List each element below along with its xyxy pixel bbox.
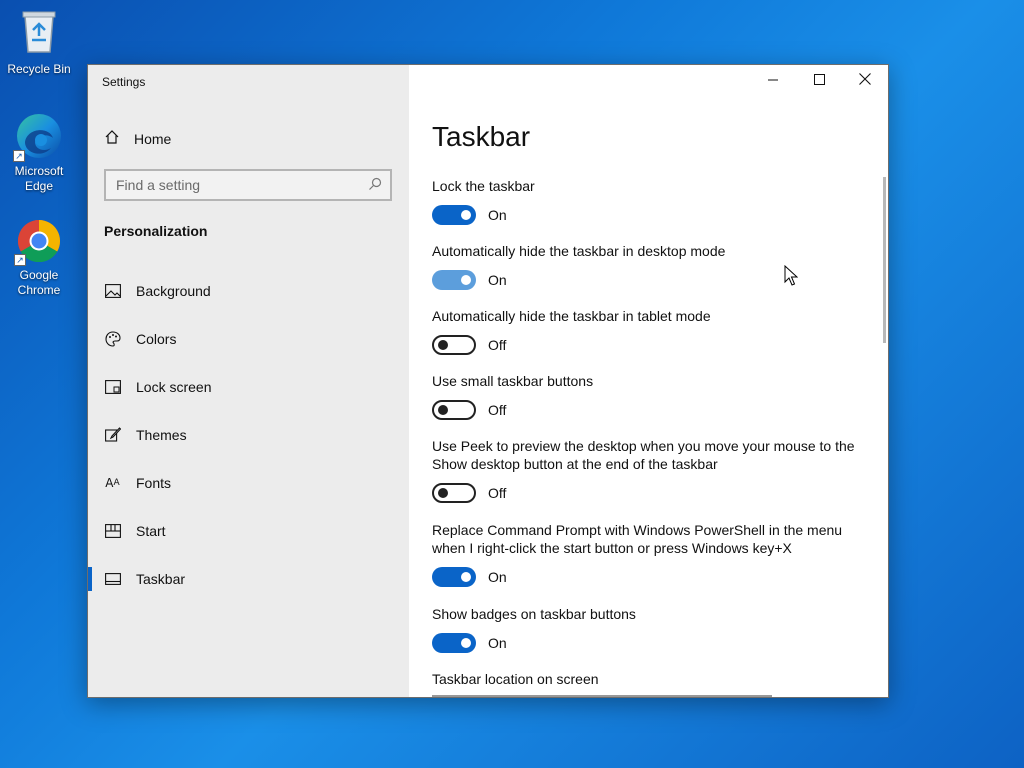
sidebar-item-lock-screen[interactable]: Lock screen — [88, 363, 409, 411]
setting-powershell: Replace Command Prompt with Windows Powe… — [432, 521, 862, 587]
setting-label: Use small taskbar buttons — [432, 373, 594, 389]
page-title: Taskbar — [432, 121, 531, 152]
toggle-state: On — [488, 272, 507, 288]
setting-label: Automatically hide the taskbar in deskto… — [432, 243, 726, 259]
sidebar-item-label: Fonts — [136, 475, 172, 491]
font-icon: AA — [105, 476, 120, 490]
desktop-icon-edge[interactable]: ↗ Microsoft Edge — [1, 112, 77, 194]
setting-peek: Use Peek to preview the desktop when you… — [432, 437, 862, 503]
toggle-knob — [438, 488, 448, 498]
sidebar-item-label: Lock screen — [136, 379, 212, 395]
chrome-icon: ↗ — [14, 218, 62, 266]
lock-taskbar-toggle[interactable] — [432, 205, 476, 225]
desktop-icon-recycle-bin[interactable]: Recycle Bin — [1, 8, 77, 77]
home-link[interactable]: Home — [104, 129, 171, 148]
sidebar-item-label: Start — [136, 523, 166, 539]
desktop-icon-label: Recycle Bin — [7, 62, 71, 76]
toggle-state: Off — [488, 337, 507, 353]
sidebar-item-themes[interactable]: Themes — [88, 411, 409, 459]
toggle-knob — [461, 572, 471, 582]
toggle-knob — [438, 340, 448, 350]
toggle-knob — [461, 210, 471, 220]
sidebar-item-label: Themes — [136, 427, 187, 443]
taskbar-icon — [104, 571, 121, 588]
desktop-icon-label: Microsoft Edge — [14, 164, 64, 193]
sidebar-item-background[interactable]: Background — [88, 267, 409, 315]
start-icon — [104, 523, 121, 540]
setting-label: Use Peek to preview the desktop when you… — [432, 438, 855, 472]
peek-toggle[interactable] — [432, 483, 476, 503]
content-pane: Taskbar Lock the taskbar On Automaticall… — [409, 65, 888, 697]
toggle-state: Off — [488, 485, 507, 501]
setting-lock-taskbar: Lock the taskbar On — [432, 177, 872, 225]
small-buttons-toggle[interactable] — [432, 400, 476, 420]
home-icon — [104, 129, 120, 148]
setting-label: Automatically hide the taskbar in tablet… — [432, 308, 711, 324]
mouse-cursor-icon — [784, 264, 799, 292]
sidebar-item-label: Background — [136, 283, 211, 299]
setting-badges: Show badges on taskbar buttons On — [432, 605, 872, 653]
sidebar-item-label: Taskbar — [136, 571, 186, 587]
setting-label: Show badges on taskbar buttons — [432, 606, 636, 622]
palette-icon — [104, 331, 121, 348]
scrollbar[interactable] — [883, 177, 886, 343]
setting-location: Taskbar location on screen — [432, 670, 872, 688]
sidebar-item-label: Colors — [136, 331, 177, 347]
sidebar: Settings Home Find a setting Personaliza… — [88, 65, 409, 697]
powershell-toggle[interactable] — [432, 567, 476, 587]
toggle-state: On — [488, 569, 507, 585]
search-input[interactable]: Find a setting — [104, 169, 392, 201]
desktop-icon-chrome[interactable]: ↗ Google Chrome — [1, 218, 77, 298]
toggle-knob — [461, 638, 471, 648]
shortcut-arrow-icon: ↗ — [13, 150, 25, 162]
taskbar-location-dropdown[interactable] — [432, 695, 772, 697]
search-icon — [368, 177, 382, 194]
toggle-state: Off — [488, 402, 507, 418]
setting-small-buttons: Use small taskbar buttons Off — [432, 372, 872, 420]
setting-autohide-tablet: Automatically hide the taskbar in tablet… — [432, 307, 872, 355]
brush-icon — [104, 427, 121, 444]
autohide-tablet-toggle[interactable] — [432, 335, 476, 355]
section-title: Personalization — [104, 223, 208, 239]
setting-label: Replace Command Prompt with Windows Powe… — [432, 522, 843, 556]
window-title: Settings — [102, 75, 146, 89]
shortcut-arrow-icon: ↗ — [14, 254, 26, 266]
sidebar-item-taskbar[interactable]: Taskbar — [88, 555, 409, 603]
toggle-knob — [438, 405, 448, 415]
sidebar-item-fonts[interactable]: AA Fonts — [88, 459, 409, 507]
search-placeholder: Find a setting — [116, 177, 201, 193]
badges-toggle[interactable] — [432, 633, 476, 653]
toggle-knob — [461, 275, 471, 285]
edge-icon: ↗ — [13, 112, 63, 162]
sidebar-nav: Background Colors Lock screen Themes A A… — [88, 267, 409, 603]
settings-window: Settings Home Find a setting Personaliza… — [87, 64, 889, 698]
picture-icon — [104, 283, 121, 300]
toggle-state: On — [488, 207, 507, 223]
location-label: Taskbar location on screen — [432, 671, 599, 687]
setting-autohide-desktop: Automatically hide the taskbar in deskto… — [432, 242, 872, 290]
setting-label: Lock the taskbar — [432, 178, 535, 194]
home-label: Home — [134, 130, 172, 147]
lock-screen-icon — [104, 379, 121, 396]
desktop-icon-label: Google Chrome — [17, 268, 61, 297]
sidebar-item-start[interactable]: Start — [88, 507, 409, 555]
recycle-bin-icon — [1, 8, 77, 58]
toggle-state: On — [488, 635, 507, 651]
sidebar-item-colors[interactable]: Colors — [88, 315, 409, 363]
autohide-desktop-toggle[interactable] — [432, 270, 476, 290]
